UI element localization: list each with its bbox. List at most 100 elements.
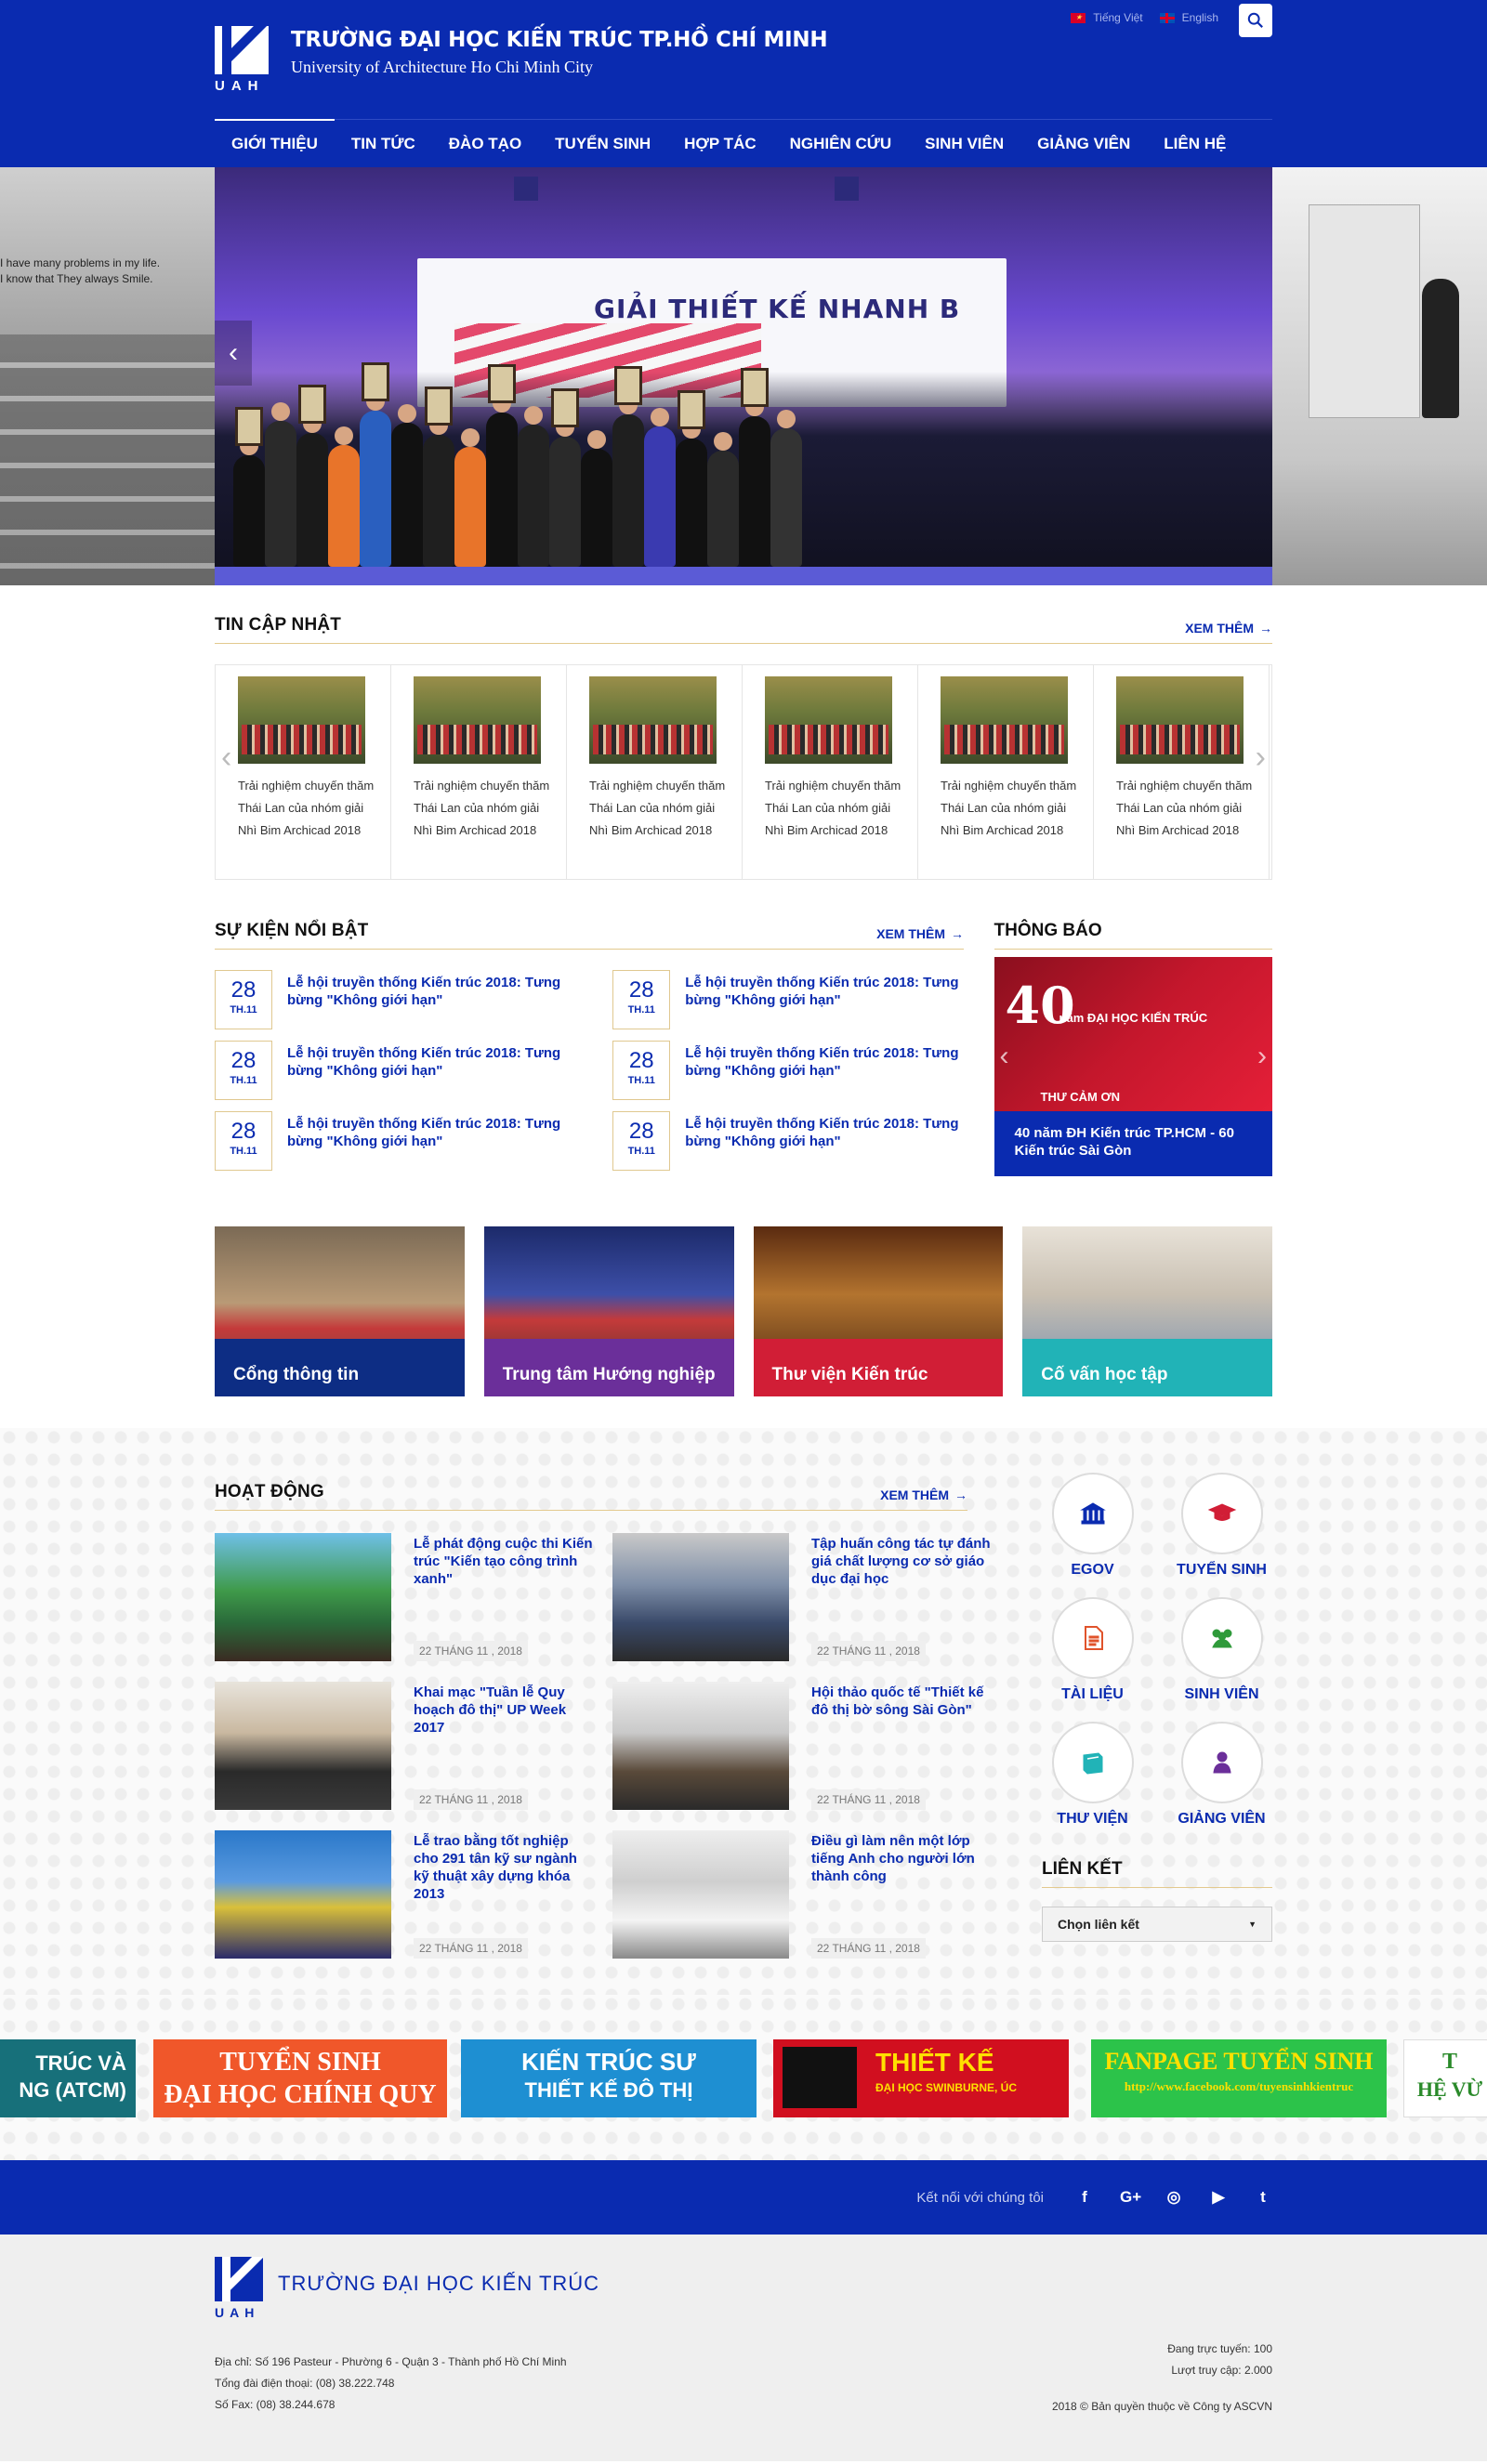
event-title[interactable]: Lễ hội truyền thống Kiến trúc 2018: Tưng… [685, 1044, 966, 1100]
activity-title[interactable]: Lễ phát động cuộc thi Kiến trúc "Kiến tạ… [414, 1535, 596, 1588]
news-card-image[interactable] [765, 676, 892, 764]
activity-title[interactable]: Tập huấn công tác tự đánh giá chất lượng… [811, 1535, 994, 1588]
quick-link-4[interactable]: Cố vấn học tập [1022, 1226, 1272, 1396]
instagram-icon[interactable]: ◎ [1165, 2188, 1183, 2207]
hero-next-slide[interactable] [1271, 167, 1487, 585]
activity-item[interactable]: Lễ phát động cuộc thi Kiến trúc "Kiến tạ… [215, 1533, 596, 1661]
activity-image[interactable] [612, 1533, 789, 1661]
activity-title[interactable]: Hội thảo quốc tế "Thiết kế đô thị bờ sôn… [811, 1684, 994, 1719]
quick-link-label[interactable]: Trung tâm Hướng nghiệp [483, 1339, 734, 1396]
service-link-giảng-viên[interactable]: GIẢNG VIÊN [1171, 1722, 1272, 1828]
service-label[interactable]: SINH VIÊN [1171, 1686, 1272, 1703]
activity-item[interactable]: Khai mạc "Tuần lễ Quy hoạch đô thị" UP W… [215, 1682, 596, 1810]
quick-link-3[interactable]: Thư viện Kiến trúc [753, 1226, 1004, 1396]
activity-image[interactable] [215, 1830, 391, 1959]
news-card-title[interactable]: Trải nghiệm chuyến thăm Thái Lan của nhó… [941, 775, 1087, 842]
school-logo[interactable]: UAH [215, 26, 270, 100]
carousel-next-icon[interactable]: › [1256, 740, 1266, 776]
events-more-link[interactable]: XEM THÊM → [876, 926, 964, 941]
nav-item[interactable]: NGHIÊN CỨU [773, 120, 909, 168]
hero-current-slide[interactable]: GIẢI THIẾT KẾ NHANH B ‹ [215, 167, 1272, 585]
news-card-image[interactable] [941, 676, 1068, 764]
service-icon-circle[interactable] [1180, 1722, 1263, 1803]
activity-title[interactable]: Lễ trao bằng tốt nghiệp cho 291 tân kỹ s… [414, 1832, 596, 1903]
lang-en[interactable]: English [1159, 11, 1218, 24]
service-link-thư-viện[interactable]: THƯ VIỆN [1042, 1722, 1143, 1828]
nav-item[interactable]: SINH VIÊN [908, 120, 1020, 168]
activity-image[interactable] [612, 1830, 789, 1959]
news-card-title[interactable]: Trải nghiệm chuyến thăm Thái Lan của nhó… [765, 775, 912, 842]
footer-logo[interactable]: UAH TRƯỜNG ĐẠI HỌC KIẾN TRÚC [215, 2257, 599, 2320]
carousel-prev-icon[interactable]: ‹ [221, 740, 231, 776]
partner-banner[interactable]: FANPAGE TUYỂN SINH http://www.facebook.co… [1091, 2039, 1387, 2117]
nav-item[interactable]: GIẢNG VIÊN [1020, 120, 1147, 168]
notice-slide[interactable]: 40 năm ĐẠI HỌC KIẾN TRÚC THƯ CẢM ƠN 40 n… [994, 957, 1272, 1176]
service-icon-circle[interactable] [1051, 1722, 1134, 1803]
service-link-sinh-viên[interactable]: SINH VIÊN [1171, 1597, 1272, 1703]
nav-item[interactable]: TIN TỨC [335, 120, 432, 168]
event-item[interactable]: 28 TH.11 Lễ hội truyền thống Kiến trúc 201… [215, 1111, 568, 1171]
event-item[interactable]: 28 TH.11 Lễ hội truyền thống Kiến trúc 201… [612, 1111, 966, 1171]
news-card-title[interactable]: Trải nghiệm chuyến thăm Thái Lan của nhó… [1116, 775, 1263, 842]
notice-prev-icon[interactable]: ‹ [1000, 1041, 1009, 1072]
news-card[interactable]: Trải nghiệm chuyến thăm Thái Lan của nhó… [743, 665, 918, 879]
service-link-egov[interactable]: EGOV [1042, 1473, 1143, 1579]
service-icon-circle[interactable] [1051, 1597, 1134, 1679]
partner-banner[interactable]: THIẾT KẾ ĐẠI HỌC SWINBURNE, ÚC [773, 2039, 1069, 2117]
google-plus-icon[interactable]: G+ [1120, 2188, 1141, 2207]
event-title[interactable]: Lễ hội truyền thống Kiến trúc 2018: Tưng… [287, 1044, 568, 1100]
event-item[interactable]: 28 TH.11 Lễ hội truyền thống Kiến trúc 201… [215, 970, 568, 1029]
activity-title[interactable]: Khai mạc "Tuần lễ Quy hoạch đô thị" UP W… [414, 1684, 596, 1737]
hero-prev-arrow[interactable]: ‹ [215, 321, 252, 386]
news-card-image[interactable] [238, 676, 365, 764]
partner-banner[interactable]: T HỆ VỪ [1403, 2039, 1487, 2117]
event-item[interactable]: 28 TH.11 Lễ hội truyền thống Kiến trúc 201… [612, 1041, 966, 1100]
news-card[interactable]: Trải nghiệm chuyến thăm Thái Lan của nhó… [567, 665, 743, 879]
service-label[interactable]: GIẢNG VIÊN [1171, 1811, 1272, 1828]
event-title[interactable]: Lễ hội truyền thống Kiến trúc 2018: Tưng… [287, 1115, 568, 1171]
hero-prev-slide[interactable]: I have many problems in my life. I know … [0, 167, 216, 585]
search-button[interactable] [1239, 4, 1272, 37]
event-title[interactable]: Lễ hội truyền thống Kiến trúc 2018: Tưng… [287, 974, 568, 1029]
twitter-icon[interactable]: t [1254, 2188, 1272, 2207]
news-card-title[interactable]: Trải nghiệm chuyến thăm Thái Lan của nhó… [414, 775, 560, 842]
quick-link-2[interactable]: Trung tâm Hướng nghiệp [483, 1226, 734, 1396]
hero-slider[interactable]: I have many problems in my life. I know … [0, 167, 1487, 585]
activity-item[interactable]: Tập huấn công tác tự đánh giá chất lượng… [612, 1533, 994, 1661]
nav-item[interactable]: LIÊN HỆ [1147, 120, 1243, 168]
activity-image[interactable] [612, 1682, 789, 1810]
activity-image[interactable] [215, 1682, 391, 1810]
event-title[interactable]: Lễ hội truyền thống Kiến trúc 2018: Tưng… [685, 974, 966, 1029]
nav-item[interactable]: TUYỂN SINH [538, 120, 667, 168]
notice-caption[interactable]: 40 năm ĐH Kiến trúc TP.HCM - 60 Kiến trú… [1015, 1124, 1254, 1160]
news-card[interactable]: Trải nghiệm chuyến thăm Thái Lan của nhó… [918, 665, 1094, 879]
event-item[interactable]: 28 TH.11 Lễ hội truyền thống Kiến trúc 201… [612, 970, 966, 1029]
partner-banner[interactable]: TRÚC VÀ NG (ATCM) [0, 2039, 136, 2117]
activity-item[interactable]: Lễ trao bằng tốt nghiệp cho 291 tân kỹ s… [215, 1830, 596, 1959]
news-card-title[interactable]: Trải nghiệm chuyến thăm Thái Lan của nhó… [589, 775, 736, 842]
youtube-icon[interactable]: ▶ [1209, 2188, 1228, 2207]
activity-image[interactable] [215, 1533, 391, 1661]
event-title[interactable]: Lễ hội truyền thống Kiến trúc 2018: Tưng… [685, 1115, 966, 1171]
news-card[interactable]: Trải nghiệm chuyến thăm Thái Lan của nhó… [1094, 665, 1270, 879]
news-card-title[interactable]: Trải nghiệm chuyến thăm Thái Lan của nhó… [238, 775, 385, 842]
activity-item[interactable]: Hội thảo quốc tế "Thiết kế đô thị bờ sôn… [612, 1682, 994, 1810]
event-item[interactable]: 28 TH.11 Lễ hội truyền thống Kiến trúc 201… [215, 1041, 568, 1100]
activity-title[interactable]: Điều gì làm nên một lớp tiếng Anh cho ng… [811, 1832, 994, 1885]
activities-more-link[interactable]: XEM THÊM → [880, 1488, 967, 1502]
service-label[interactable]: TUYỂN SINH [1171, 1562, 1272, 1579]
service-icon-circle[interactable] [1180, 1473, 1263, 1554]
partner-banner[interactable]: TUYỂN SINH ĐẠI HỌC CHÍNH QUY [153, 2039, 447, 2117]
news-card-image[interactable] [414, 676, 541, 764]
news-card-image[interactable] [589, 676, 717, 764]
service-link-tài-liệu[interactable]: TÀI LIỆU [1042, 1597, 1143, 1703]
quick-link-label[interactable]: Cố vấn học tập [1022, 1339, 1272, 1396]
facebook-icon[interactable]: f [1075, 2188, 1094, 2207]
service-label[interactable]: TÀI LIỆU [1042, 1686, 1143, 1703]
notice-next-icon[interactable]: › [1257, 1041, 1267, 1072]
service-icon-circle[interactable] [1051, 1473, 1134, 1554]
service-label[interactable]: THƯ VIỆN [1042, 1811, 1143, 1828]
news-card-image[interactable] [1116, 676, 1244, 764]
quick-link-label[interactable]: Cổng thông tin [215, 1339, 465, 1396]
nav-item[interactable]: GIỚI THIỆU [215, 119, 335, 168]
